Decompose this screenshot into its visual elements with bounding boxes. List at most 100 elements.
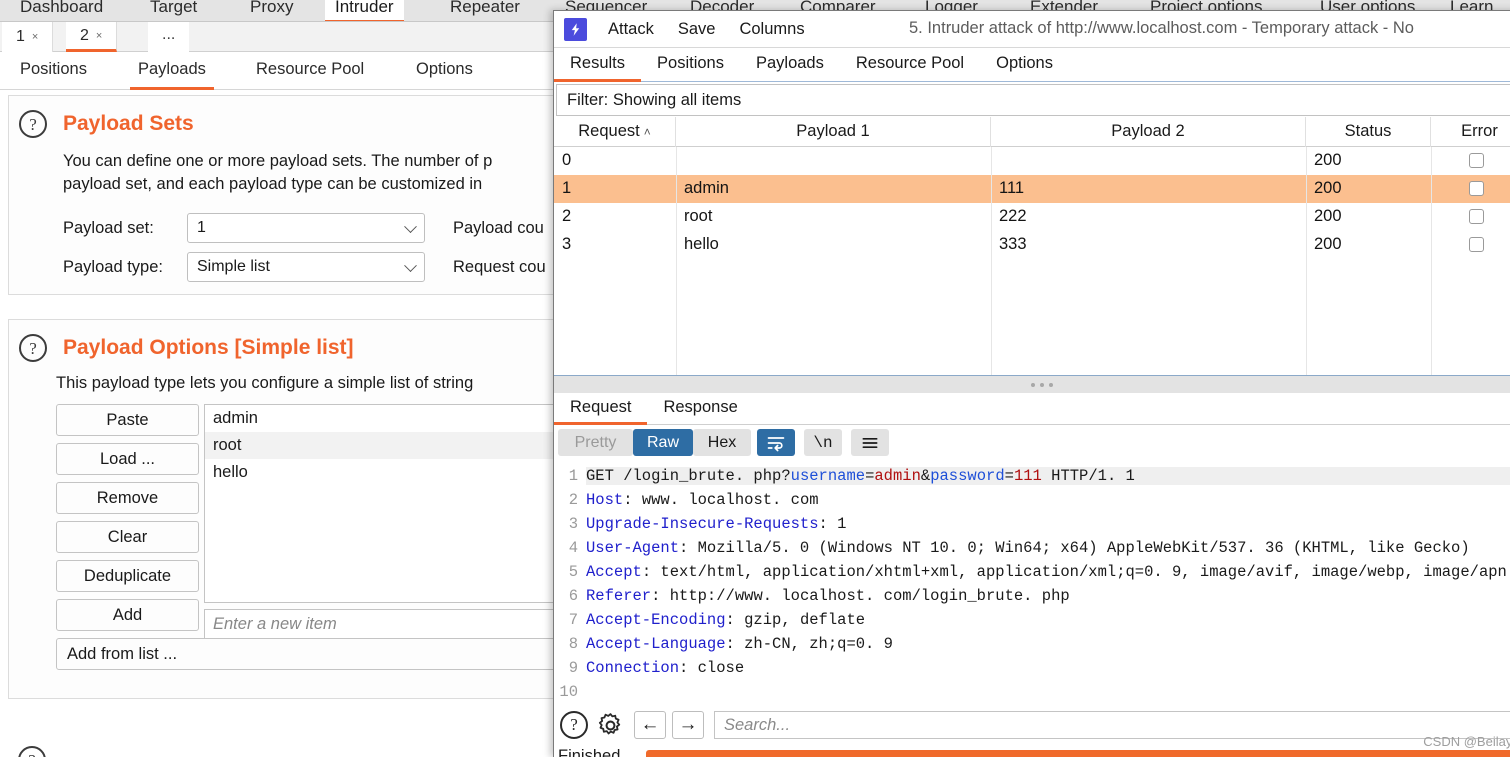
- deduplicate-button[interactable]: Deduplicate: [56, 560, 199, 592]
- attack-tab-2[interactable]: 2 ×: [66, 22, 118, 52]
- raw-button[interactable]: Raw: [633, 429, 693, 456]
- remove-button[interactable]: Remove: [56, 482, 199, 514]
- attack-tab-overflow[interactable]: ...: [148, 22, 190, 52]
- horizontal-splitter[interactable]: [554, 375, 1510, 393]
- column-header-label: Status: [1344, 122, 1392, 140]
- tab-request[interactable]: Request: [554, 393, 648, 425]
- paste-button[interactable]: Paste: [56, 404, 199, 436]
- menu-attack[interactable]: Attack: [608, 20, 654, 39]
- main-tab-label: Repeater: [450, 0, 520, 16]
- attack-window-menubar: Attack Save Columns: [554, 11, 1510, 48]
- status-label: Finished: [558, 747, 621, 757]
- column-header-payload-2[interactable]: Payload 2: [991, 117, 1306, 147]
- attack-tab-1[interactable]: 1 ×: [2, 22, 54, 52]
- load-button[interactable]: Load ...: [56, 443, 199, 475]
- sub-nav-label: Payloads: [138, 60, 206, 78]
- payload-set-label: Payload set:: [63, 219, 154, 237]
- button-label: Add: [112, 605, 143, 624]
- tab-response[interactable]: Response: [647, 393, 753, 425]
- clear-button[interactable]: Clear: [56, 521, 199, 553]
- main-tab-target[interactable]: Target: [140, 0, 207, 21]
- sub-nav-options[interactable]: Options: [408, 52, 481, 90]
- main-tab-repeater[interactable]: Repeater: [440, 0, 530, 21]
- button-label: Paste: [106, 410, 149, 429]
- payload-type-select[interactable]: Simple list: [187, 252, 425, 282]
- payload-type-value: Simple list: [197, 258, 270, 275]
- hex-button[interactable]: Hex: [693, 429, 751, 456]
- main-tab-dashboard[interactable]: Dashboard: [10, 0, 113, 21]
- attack-tab-resource-pool[interactable]: Resource Pool: [840, 48, 980, 82]
- add-button[interactable]: Add: [56, 599, 199, 631]
- splitter-dot: [1030, 382, 1035, 387]
- payload-set-select[interactable]: 1: [187, 213, 425, 243]
- attack-tab-label: Options: [996, 54, 1053, 72]
- sub-nav-positions[interactable]: Positions: [12, 52, 95, 90]
- cell-status: 200: [1314, 207, 1342, 225]
- attack-tab-positions[interactable]: Positions: [641, 48, 740, 82]
- word-wrap-icon[interactable]: [757, 429, 795, 456]
- chevron-down-icon: [404, 259, 417, 273]
- table-row[interactable]: 3 hello 333 200: [554, 231, 1510, 259]
- line-number: 8: [568, 635, 578, 653]
- column-header-request[interactable]: Request ˄: [554, 117, 676, 147]
- error-checkbox[interactable]: [1469, 181, 1484, 196]
- help-icon[interactable]: ?: [18, 746, 46, 757]
- cell-payload-1: [684, 147, 989, 175]
- line-number: 1: [568, 467, 578, 485]
- column-header-payload-1[interactable]: Payload 1: [676, 117, 991, 147]
- column-header-label: Payload 2: [1111, 122, 1185, 140]
- line-number: 3: [568, 515, 578, 533]
- column-header-label: Error: [1461, 122, 1498, 140]
- help-icon[interactable]: ?: [19, 334, 47, 362]
- sub-nav-payloads[interactable]: Payloads: [130, 52, 214, 90]
- attack-tab-label: Positions: [657, 54, 724, 72]
- request-viewer[interactable]: 1 GET /login_brute. php?username=admin&pa…: [554, 461, 1510, 706]
- table-row[interactable]: 0 200: [554, 147, 1510, 175]
- attack-tab-options[interactable]: Options: [980, 48, 1069, 82]
- sort-ascending-icon: ˄: [643, 125, 651, 139]
- main-tab-label: Dashboard: [20, 0, 104, 16]
- attack-tab-results[interactable]: Results: [554, 48, 642, 82]
- payload-options-title: Payload Options [Simple list]: [63, 336, 354, 359]
- request-line: Referer: http://www. localhost. com/logi…: [586, 587, 1070, 605]
- sub-nav-resource-pool[interactable]: Resource Pool: [248, 52, 372, 90]
- cell-payload-2: [999, 147, 1304, 175]
- request-response-tabs: Request Response: [554, 393, 1510, 425]
- results-table-header: Request ˄ Payload 1 Payload 2 Status Error: [554, 117, 1510, 147]
- error-checkbox[interactable]: [1469, 237, 1484, 252]
- main-tab-proxy[interactable]: Proxy: [240, 0, 303, 21]
- filter-bar[interactable]: Filter: Showing all items: [556, 84, 1510, 116]
- column-divider: [676, 147, 677, 375]
- line-number: 7: [568, 611, 578, 629]
- intruder-attack-window: Attack Save Columns 5. Intruder attack o…: [553, 10, 1510, 757]
- column-header-error[interactable]: Error: [1431, 117, 1510, 147]
- column-header-label: Request: [578, 122, 640, 140]
- menu-save[interactable]: Save: [678, 20, 716, 39]
- close-icon[interactable]: ×: [32, 31, 38, 43]
- forward-arrow-icon[interactable]: →: [672, 711, 704, 739]
- help-icon[interactable]: ?: [19, 110, 47, 138]
- main-tab-intruder[interactable]: Intruder: [325, 0, 404, 21]
- column-header-status[interactable]: Status: [1306, 117, 1431, 147]
- error-checkbox[interactable]: [1469, 153, 1484, 168]
- hamburger-icon[interactable]: [851, 429, 889, 456]
- pretty-button[interactable]: Pretty: [558, 429, 633, 456]
- sub-nav-label: Positions: [20, 60, 87, 78]
- attack-tab-label: Resource Pool: [855, 54, 965, 72]
- button-label: Load ...: [99, 449, 156, 468]
- search-input[interactable]: Search...: [714, 711, 1510, 739]
- cell-request: 2: [562, 207, 572, 225]
- menu-columns[interactable]: Columns: [739, 20, 804, 39]
- error-checkbox[interactable]: [1469, 209, 1484, 224]
- back-arrow-icon[interactable]: ←: [634, 711, 666, 739]
- request-line: Accept-Language: zh-CN, zh;q=0. 9: [586, 635, 893, 653]
- help-icon[interactable]: ?: [560, 711, 588, 739]
- cell-payload-2: 333: [999, 235, 1027, 253]
- table-row[interactable]: 2 root 222 200: [554, 203, 1510, 231]
- attack-tab-payloads[interactable]: Payloads: [740, 48, 840, 82]
- table-row[interactable]: 1 admin 111 200: [554, 175, 1510, 203]
- column-header-label: Payload 1: [796, 122, 870, 140]
- newline-icon[interactable]: \n: [804, 429, 842, 456]
- gear-icon[interactable]: [596, 711, 624, 739]
- close-icon[interactable]: ×: [96, 30, 102, 42]
